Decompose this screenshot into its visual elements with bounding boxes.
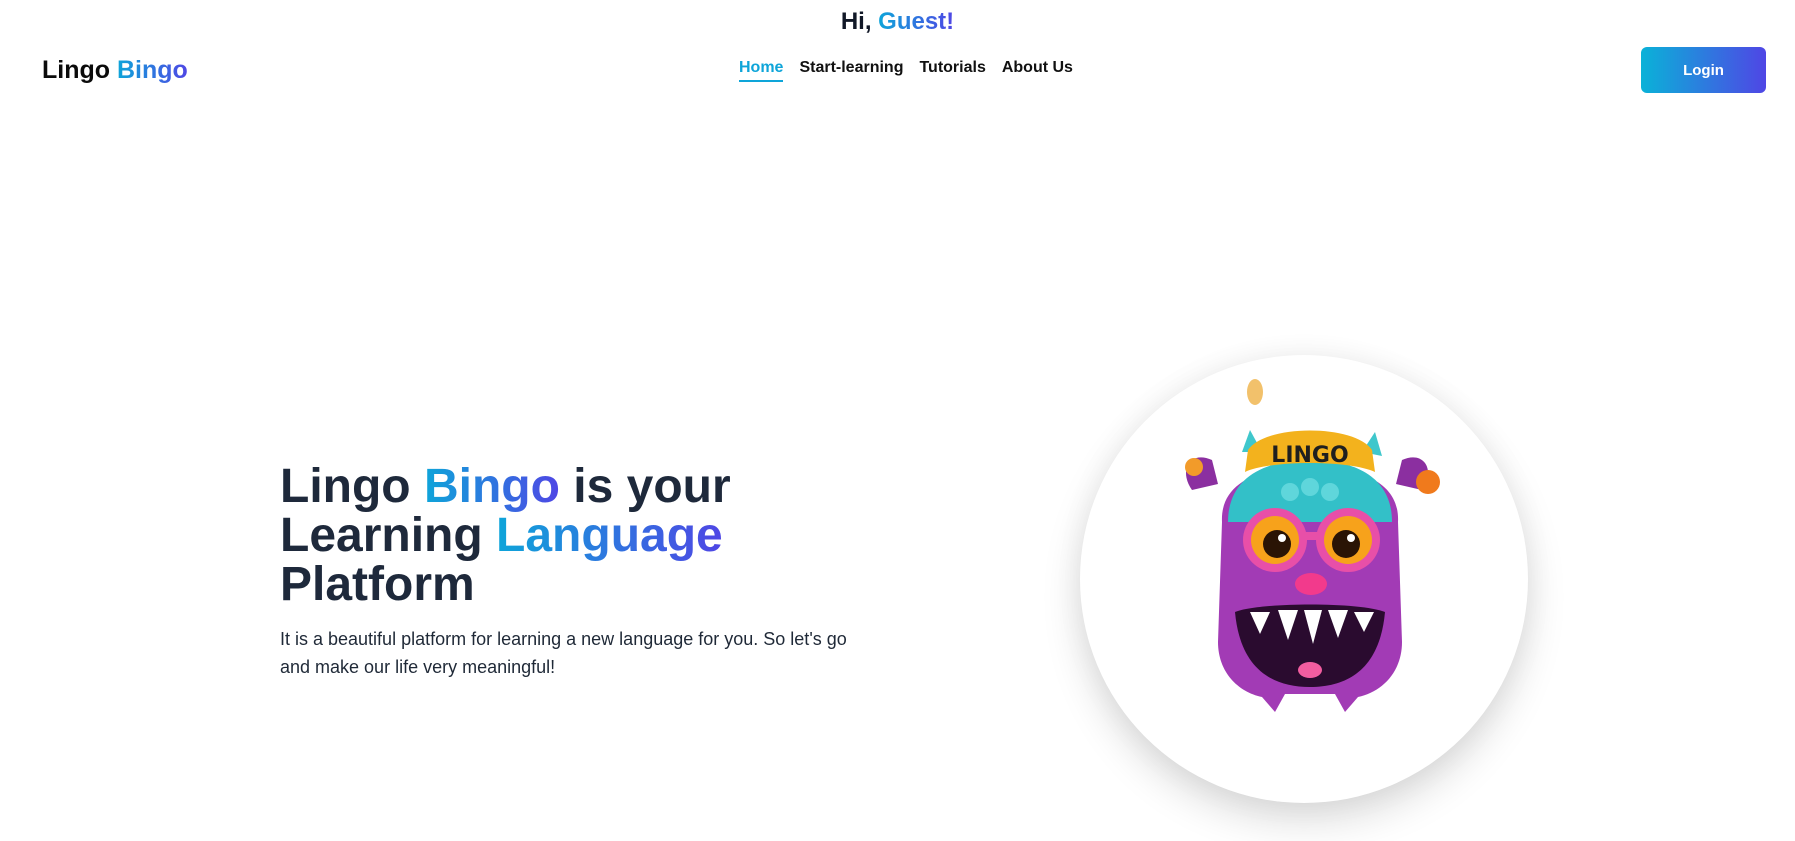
hero-title-lingo: Lingo bbox=[280, 460, 411, 513]
nav-link-about-us[interactable]: About Us bbox=[1002, 59, 1073, 82]
hero-title-platform: Platform bbox=[280, 558, 475, 611]
hero-title: Lingo Bingo is your Learning Language Pl… bbox=[280, 462, 880, 609]
hero-title-bingo: Bingo bbox=[423, 460, 560, 513]
logo-text-bingo: Bingo bbox=[116, 56, 188, 84]
site-logo[interactable]: Lingo Bingo bbox=[42, 56, 188, 85]
nav-link-start-learning[interactable]: Start-learning bbox=[799, 59, 903, 82]
login-button[interactable]: Login bbox=[1641, 47, 1766, 93]
logo-text-lingo: Lingo bbox=[42, 56, 111, 84]
greeting-prefix: Hi, bbox=[840, 8, 872, 35]
floating-blob bbox=[1247, 379, 1263, 405]
nav-link-home[interactable]: Home bbox=[739, 59, 784, 82]
hero-description: It is a beautiful platform for learning … bbox=[280, 629, 847, 677]
nav-link-tutorials[interactable]: Tutorials bbox=[919, 59, 985, 82]
mascot-hat-text: LINGO bbox=[1271, 443, 1348, 468]
greeting: Hi, Guest! bbox=[0, 8, 1795, 36]
hero-title-learning: Learning bbox=[280, 509, 483, 562]
mascot-monster-image: LINGO bbox=[1185, 379, 1440, 712]
greeting-name: Guest! bbox=[878, 8, 955, 35]
main-nav: Home Start-learning Tutorials About Us bbox=[739, 59, 1073, 82]
hero-title-is-your: is your bbox=[573, 460, 731, 513]
hero-title-language: Language bbox=[496, 509, 723, 562]
